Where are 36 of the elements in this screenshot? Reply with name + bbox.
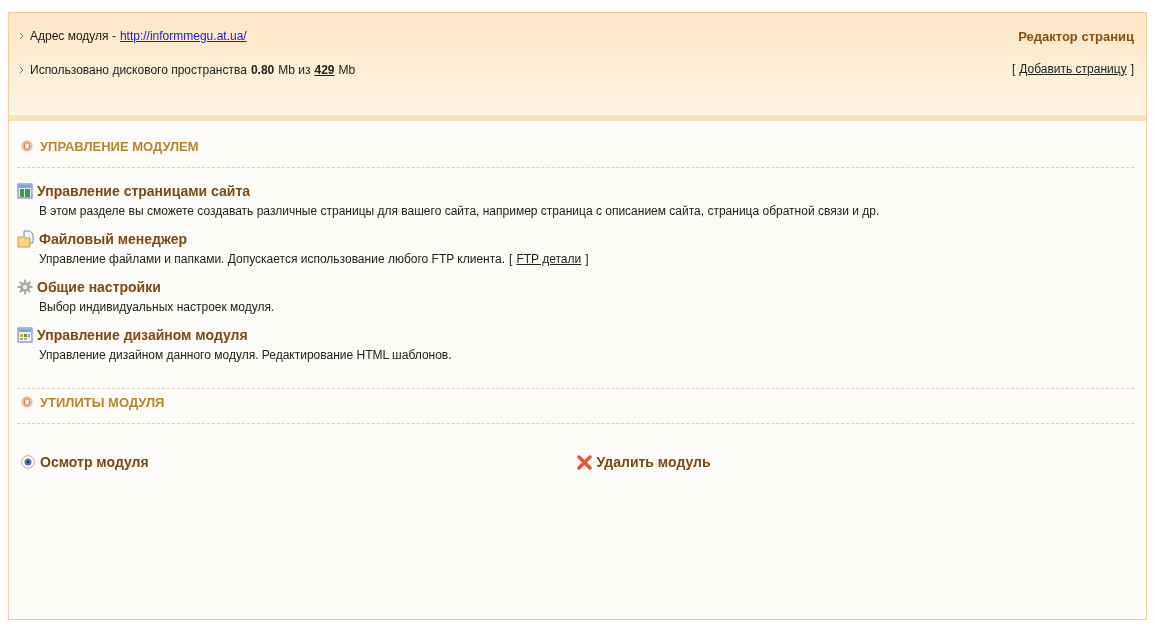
editor-title: Редактор страниц	[1018, 29, 1134, 44]
address-link[interactable]: http://informmegu.at.ua/	[119, 29, 247, 43]
gear-icon	[17, 279, 33, 295]
description: Управление дизайном данного модуля. Редактирование HTML шаблонов.	[39, 348, 452, 362]
ftp-details-link[interactable]: FTP детали	[516, 252, 582, 266]
grid-icon	[17, 327, 33, 343]
bullet-icon	[21, 396, 33, 408]
eye-icon	[21, 455, 35, 469]
page-layout-icon	[17, 183, 33, 199]
bracket: [	[1011, 62, 1016, 76]
bracket: ]	[585, 252, 589, 266]
disk-total-link[interactable]: 429	[314, 63, 335, 77]
chevron-icon	[19, 66, 24, 74]
section-link[interactable]: Общие настройки	[37, 279, 161, 295]
add-page-link[interactable]: Добавить страницу	[1019, 62, 1127, 76]
description: В этом разделе вы сможете создавать различные страницы для вашего сайта, например страница с описанием сайта, страница обратной связи и др.	[39, 204, 880, 218]
address-label: Адрес модуля -	[30, 29, 116, 43]
folder-document-icon	[17, 230, 35, 248]
bracket: [	[509, 252, 513, 266]
disk-usage-label: Использовано дискового пространства	[30, 63, 247, 77]
chevron-icon	[19, 32, 24, 40]
bracket: ]	[1130, 62, 1134, 76]
section-link[interactable]: Файловый менеджер	[39, 231, 187, 247]
description: Выбор индивидуальных настроек модуля.	[39, 300, 275, 314]
section-title: УПРАВЛЕНИЕ МОДУЛЕМ	[40, 138, 199, 154]
delete-icon	[576, 454, 592, 470]
disk-used-value: 0.80	[250, 63, 275, 77]
bullet-icon	[21, 140, 33, 152]
disk-unit-label: Mb из	[278, 63, 311, 77]
disk-unit-label: Mb	[338, 63, 356, 77]
utility-link[interactable]: Удалить модуль	[596, 454, 711, 470]
section-link[interactable]: Управление дизайном модуля	[37, 327, 248, 343]
utility-link[interactable]: Осмотр модуля	[40, 454, 149, 470]
section-title: УТИЛИТЫ МОДУЛЯ	[40, 394, 165, 410]
section-link[interactable]: Управление страницами сайта	[37, 183, 251, 199]
description: Управление файлами и папками. Допускается использование любого FTP клиента.	[39, 252, 506, 266]
